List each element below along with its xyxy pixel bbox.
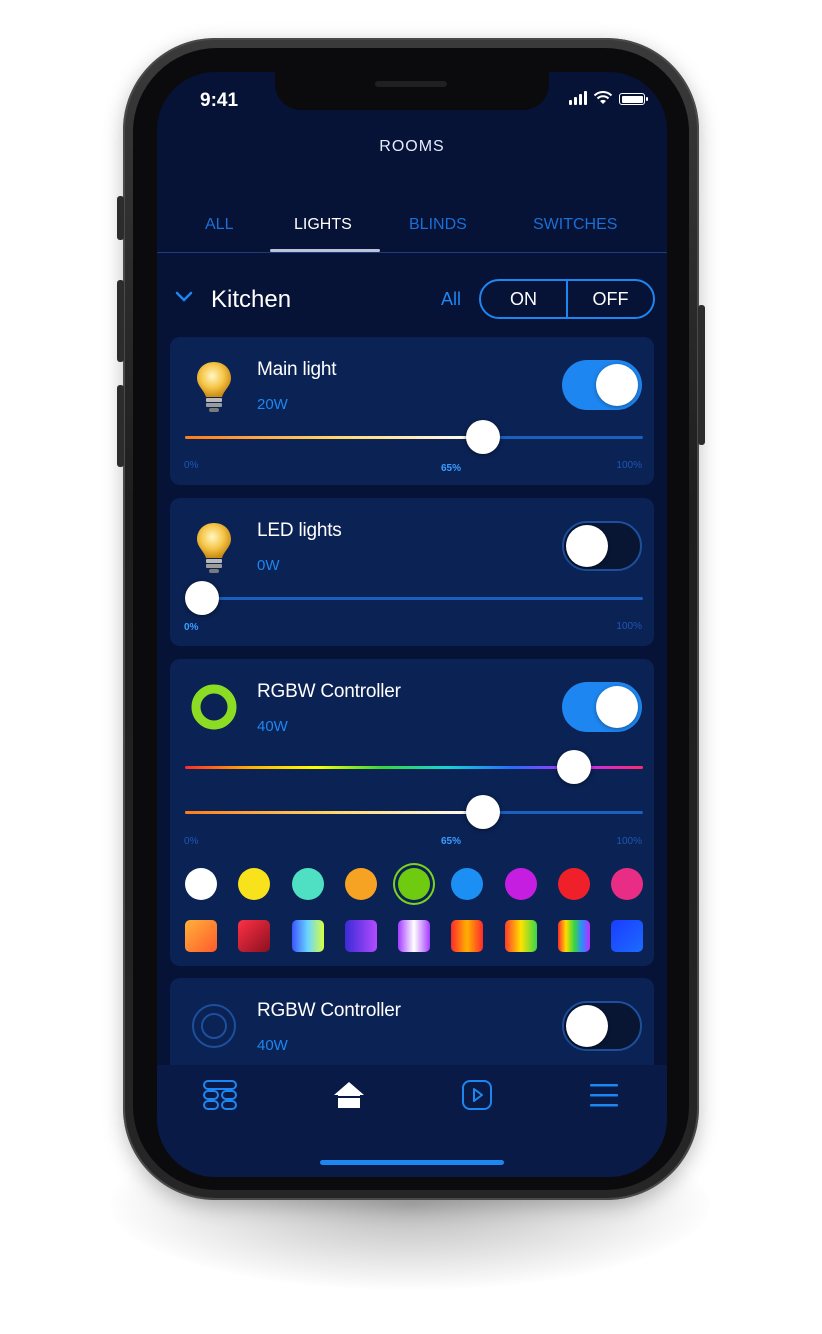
color-swatch[interactable] xyxy=(557,868,590,900)
tab-lights[interactable]: LIGHTS xyxy=(294,216,352,234)
scenes-icon xyxy=(203,1080,237,1110)
brightness-fill xyxy=(185,811,483,814)
light-bulb-icon xyxy=(197,362,231,412)
chevron-down-icon[interactable] xyxy=(174,290,194,304)
nav-home[interactable] xyxy=(329,1075,369,1115)
color-swatch[interactable] xyxy=(185,868,217,900)
toggle-knob xyxy=(566,1005,608,1047)
color-swatch[interactable] xyxy=(611,868,643,900)
nav-media[interactable] xyxy=(457,1075,497,1115)
page-title: ROOMS xyxy=(379,138,445,155)
min-label: 0% xyxy=(184,460,199,471)
device-card-main-light: Main light 20W 0% 65% 100% xyxy=(170,337,654,485)
power-toggle[interactable] xyxy=(562,682,642,732)
min-label: 0% xyxy=(184,836,199,847)
device-power: 40W xyxy=(257,718,288,735)
color-swatches xyxy=(185,868,643,900)
max-label: 100% xyxy=(616,836,642,847)
room-header: Kitchen All ON OFF xyxy=(157,272,667,328)
device-power: 20W xyxy=(257,396,288,413)
power-toggle[interactable] xyxy=(562,1001,642,1051)
color-swatch[interactable] xyxy=(398,868,430,900)
tab-blinds[interactable]: BLINDS xyxy=(409,216,467,234)
toggle-knob xyxy=(566,525,608,567)
gradient-preset[interactable] xyxy=(611,920,643,952)
value-label: 65% xyxy=(441,463,462,474)
mute-switch xyxy=(117,196,124,240)
media-play-icon xyxy=(462,1080,492,1110)
max-label: 100% xyxy=(616,621,642,632)
gradient-preset[interactable] xyxy=(185,920,217,952)
battery-icon xyxy=(619,93,648,105)
gradient-preset[interactable] xyxy=(291,920,324,952)
all-on-off-control: ON OFF xyxy=(479,279,655,319)
all-on-button[interactable]: ON xyxy=(481,281,566,317)
slider-thumb[interactable] xyxy=(185,581,219,615)
max-label: 100% xyxy=(616,460,642,471)
ring-icon xyxy=(191,684,237,730)
device-card-rgbw-controller: RGBW Controller 40W 0% 65% 100% xyxy=(170,659,654,966)
gradient-preset[interactable] xyxy=(557,920,590,952)
power-toggle[interactable] xyxy=(562,521,642,571)
wifi-icon xyxy=(593,91,613,104)
gradient-preset[interactable] xyxy=(451,920,484,952)
tab-active-indicator xyxy=(270,249,380,252)
device-power: 0W xyxy=(257,557,280,574)
light-bulb-icon xyxy=(197,523,231,573)
status-time: 9:41 xyxy=(200,90,239,111)
tab-all[interactable]: ALL xyxy=(205,216,233,234)
hue-slider-thumb[interactable] xyxy=(557,750,592,784)
device-name: RGBW Controller xyxy=(257,681,401,702)
room-name[interactable]: Kitchen xyxy=(211,286,291,314)
menu-icon xyxy=(590,1084,618,1107)
slider-thumb[interactable] xyxy=(465,795,500,829)
color-swatch[interactable] xyxy=(504,868,537,900)
tab-bar: ALL LIGHTS BLINDS SWITCHES xyxy=(157,202,667,253)
brightness-slider[interactable] xyxy=(185,420,643,454)
volume-up-button xyxy=(117,280,124,362)
power-toggle[interactable] xyxy=(562,360,642,410)
cellular-signal-icon xyxy=(569,91,587,105)
nav-menu[interactable] xyxy=(584,1075,624,1115)
color-swatch[interactable] xyxy=(238,868,271,900)
color-swatch[interactable] xyxy=(451,868,484,900)
power-button xyxy=(698,305,705,445)
device-name: Main light xyxy=(257,359,337,380)
device-card-led-lights: LED lights 0W 0% 100% xyxy=(170,498,654,646)
ring-icon xyxy=(192,1004,236,1048)
status-icons xyxy=(569,91,648,105)
value-label: 65% xyxy=(441,836,462,847)
toggle-knob xyxy=(596,364,638,406)
gradient-preset[interactable] xyxy=(398,920,430,952)
brightness-fill xyxy=(185,436,483,439)
app-screen: 9:41 ROOMS ALL LIGHTS BLINDS SWITCHES Ki… xyxy=(157,72,667,1177)
home-icon xyxy=(334,1082,364,1108)
hue-slider[interactable] xyxy=(185,750,643,784)
gradient-preset[interactable] xyxy=(238,920,271,952)
tab-switches[interactable]: SWITCHES xyxy=(533,216,617,234)
all-off-button[interactable]: OFF xyxy=(568,281,653,317)
device-name: LED lights xyxy=(257,520,342,541)
brightness-slider[interactable] xyxy=(185,795,643,829)
nav-scenes[interactable] xyxy=(200,1075,240,1115)
color-swatch[interactable] xyxy=(344,868,377,900)
gradient-preset[interactable] xyxy=(504,920,537,952)
gradient-presets xyxy=(185,920,643,952)
color-swatch[interactable] xyxy=(291,868,324,900)
min-label: 0% xyxy=(184,622,199,633)
device-name: RGBW Controller xyxy=(257,1000,401,1021)
volume-down-button xyxy=(117,385,124,467)
notch xyxy=(275,72,549,110)
all-label: All xyxy=(441,289,462,309)
toggle-knob xyxy=(596,686,638,728)
gradient-preset[interactable] xyxy=(344,920,377,952)
brightness-slider[interactable] xyxy=(185,581,643,615)
device-power: 40W xyxy=(257,1037,288,1054)
slider-thumb[interactable] xyxy=(465,420,500,454)
home-indicator xyxy=(320,1160,504,1165)
